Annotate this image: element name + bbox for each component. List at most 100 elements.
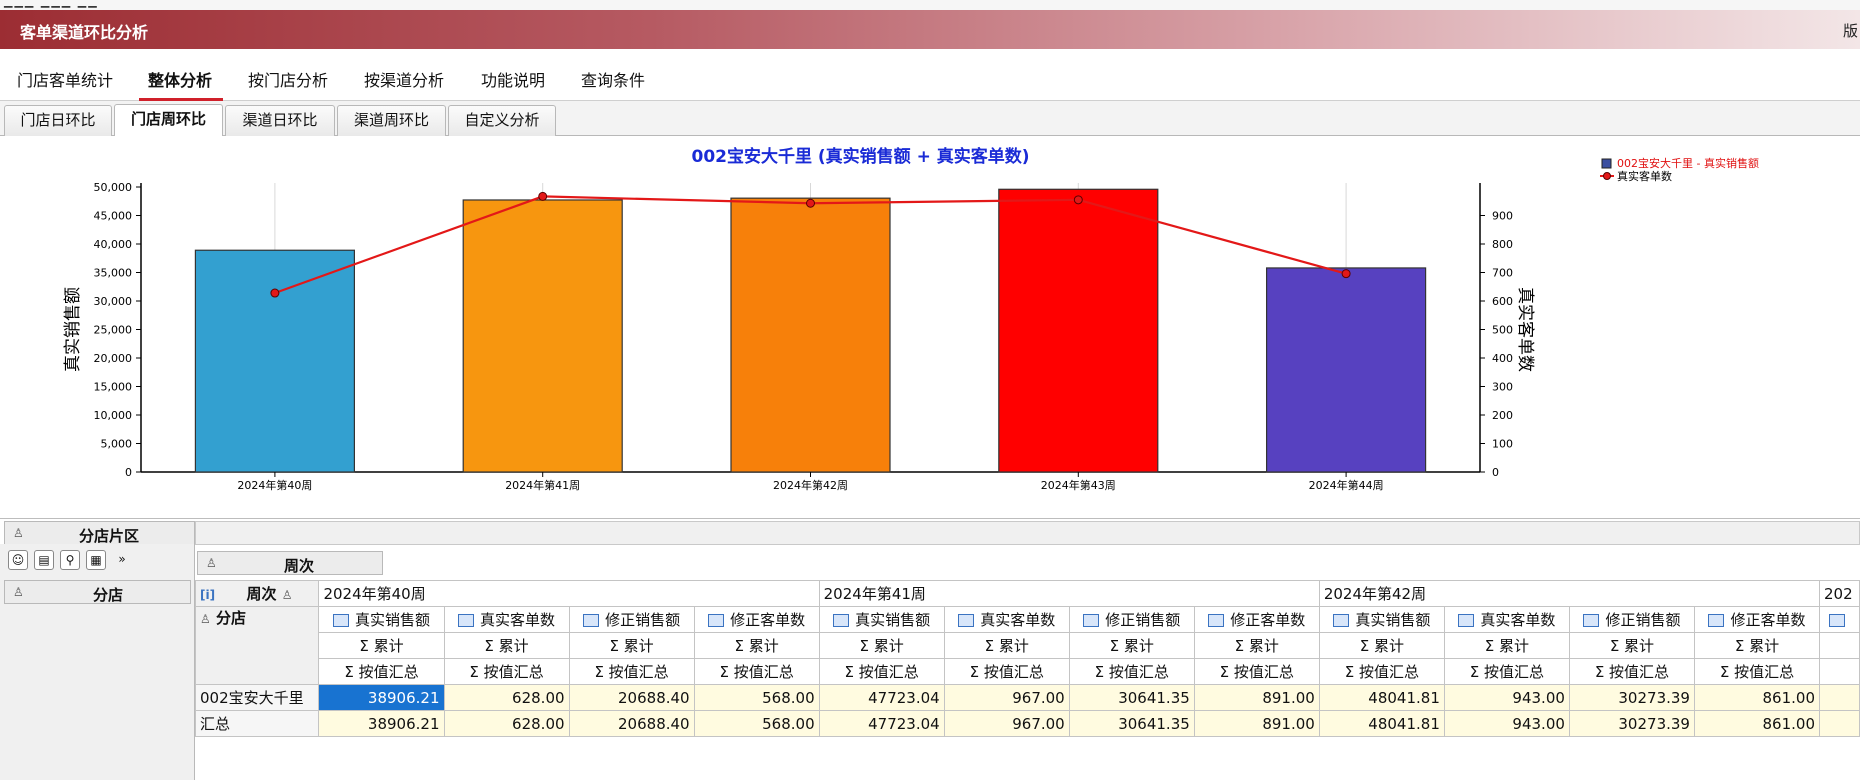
data-cell[interactable]: 861.00 [1693,684,1821,711]
menu-by-channel[interactable]: 按渠道分析 [364,67,444,91]
left-tick-label: 35,000 [94,267,133,280]
data-cell[interactable]: 568.00 [693,684,820,711]
menu-overall-analysis[interactable]: 整体分析 [148,67,212,91]
left-tick-label: 10,000 [94,409,133,422]
measure-header[interactable]: 修正客单数 [693,606,820,633]
tab-store-weekly[interactable]: 门店周环比 [114,104,223,136]
menu-by-store[interactable]: 按门店分析 [248,67,328,91]
data-cell[interactable]: 967.00 [943,684,1070,711]
data-cell[interactable]: 891.00 [1193,684,1320,711]
data-cell[interactable]: 48041.81 [1318,710,1445,737]
tab-custom-analysis[interactable]: 自定义分析 [448,105,556,136]
measure-header[interactable]: 真实销售额 [318,606,445,633]
data-cell[interactable]: 891.00 [1193,710,1320,737]
week-column-header[interactable]: 202 [1819,580,1860,607]
week-column-header[interactable]: 2024年第41周 [818,580,1320,607]
week-column-header[interactable]: 2024年第40周 [318,580,820,607]
measure-icon [958,614,975,627]
filter-field-store-region[interactable]: ♙ 分店片区 [4,521,195,545]
measure-header[interactable]: 真实销售额 [1318,606,1445,633]
top-strip: ▁▁▁ ▁▁▁ ▁▁ [0,0,1860,10]
row-label-store[interactable]: 002宝安大千里 [194,684,320,711]
measure-icon [1828,613,1845,627]
chart-title: 002宝安大千里 (真实销售额 + 真实客单数) [691,146,1029,167]
more-icon[interactable]: » [112,550,132,570]
measure-header[interactable]: 真实客单数 [443,606,570,633]
data-cell[interactable]: 30641.35 [1068,684,1195,711]
measure-label: 修正销售额 [1605,611,1681,629]
measure-header-partial[interactable] [1819,606,1860,633]
row-label-total[interactable]: 汇总 [194,710,320,737]
version-label: 版 [1842,22,1858,40]
x-tick-label: 2024年第42周 [773,478,848,492]
measure-label: 修正客单数 [1230,611,1306,629]
measure-label: 真实客单数 [980,611,1056,629]
week-header-corner[interactable]: [i] 周次 ♙ [194,580,320,607]
data-cell[interactable]: 47723.04 [818,684,945,711]
data-cell[interactable]: 47723.04 [818,710,945,737]
search-icon[interactable]: ⚲ [60,550,80,570]
measure-header[interactable]: 修正销售额 [1568,606,1695,633]
measure-header[interactable]: 修正客单数 [1193,606,1320,633]
user-icon[interactable]: ☺ [8,550,28,570]
week-column-header[interactable]: 2024年第42周 [1318,580,1821,607]
data-cell[interactable]: 628.00 [443,710,570,737]
row-header-store[interactable]: ♙ 分店 [194,606,320,685]
data-cell[interactable]: 943.00 [1443,684,1570,711]
measure-header[interactable]: 修正客单数 [1693,606,1821,633]
measure-icon [708,614,725,627]
right-tick-label: 600 [1492,295,1513,308]
tab-store-daily[interactable]: 门店日环比 [4,105,112,136]
tab-channel-weekly[interactable]: 渠道周环比 [337,105,446,136]
menu-help[interactable]: 功能说明 [481,67,545,91]
measure-label: 真实销售额 [855,611,931,629]
filter-drop-area[interactable] [195,521,1860,545]
data-cell[interactable]: 943.00 [1443,710,1570,737]
menu-query-conditions[interactable]: 查询条件 [581,67,645,91]
data-cell[interactable]: 861.00 [1693,710,1821,737]
table-icon[interactable]: ▤ [34,550,54,570]
cumulative-header: Σ 累计 [943,632,1070,659]
window-title: 客单渠道环比分析 [20,23,149,42]
sum-by-value-header: Σ 按值汇总 [568,658,695,685]
line-point-3 [806,198,815,208]
data-cell[interactable]: 568.00 [693,710,820,737]
cumulative-header: Σ 累计 [1318,632,1445,659]
sum-by-value-header: Σ 按值汇总 [818,658,945,685]
tab-channel-daily[interactable]: 渠道日环比 [225,105,335,136]
x-tick-label: 2024年第41周 [505,478,580,492]
menu-store-stats[interactable]: 门店客单统计 [17,67,113,91]
data-cell[interactable]: 20688.40 [568,710,695,737]
measure-header[interactable]: 真实销售额 [818,606,945,633]
data-cell[interactable]: 20688.40 [568,684,695,711]
data-cell[interactable]: 30273.39 [1568,684,1695,711]
column-field-week[interactable]: ♙ 周次 [197,551,383,575]
data-cell[interactable]: 38906.21 [318,684,445,711]
export-icon[interactable]: ▦ [86,550,106,570]
measure-header[interactable]: 真实客单数 [943,606,1070,633]
bar-3 [730,197,891,473]
sum-by-value-header: Σ 按值汇总 [318,658,445,685]
data-cell-partial[interactable] [1819,710,1860,737]
sum-by-value-header: Σ 按值汇总 [1443,658,1570,685]
measure-header[interactable]: 真实客单数 [1443,606,1570,633]
right-tick-label: 100 [1492,438,1513,451]
chart-panel: 002宝安大千里 (真实销售额 + 真实客单数) 0 5,000 10,000 15,0… [0,136,1860,518]
measure-header[interactable]: 修正销售额 [1068,606,1195,633]
right-tick-label: 700 [1492,267,1513,280]
cumulative-header: Σ 累计 [1568,632,1695,659]
data-cell[interactable]: 628.00 [443,684,570,711]
data-cell[interactable]: 30641.35 [1068,710,1195,737]
legend-swatch-sales [1601,158,1612,169]
data-cell[interactable]: 48041.81 [1318,684,1445,711]
data-cell[interactable]: 30273.39 [1568,710,1695,737]
data-cell[interactable]: 967.00 [943,710,1070,737]
measure-label: 修正销售额 [1105,611,1181,629]
row-field-store[interactable]: ♙ 分店 [4,580,191,604]
right-tick-label: 800 [1492,238,1513,251]
data-cell[interactable]: 38906.21 [318,710,445,737]
x-tick-label: 2024年第43周 [1041,478,1116,492]
data-cell-partial[interactable] [1819,684,1860,711]
right-tick-label: 300 [1492,381,1513,394]
measure-header[interactable]: 修正销售额 [568,606,695,633]
